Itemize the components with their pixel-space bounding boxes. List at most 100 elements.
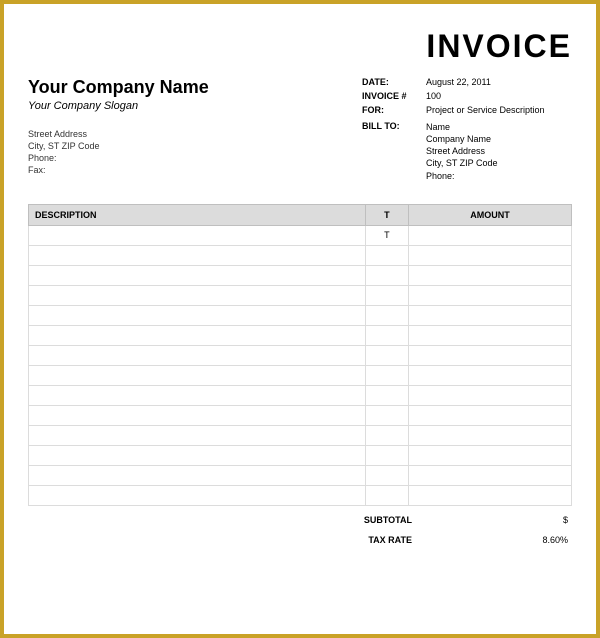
cell-description [29,325,366,345]
meta-block: DATE: August 22, 2011 INVOICE # 100 FOR:… [362,77,572,186]
company-phone-label: Phone: [28,152,362,164]
cell-description [29,465,366,485]
cell-t [365,305,408,325]
invoice-content: INVOICE Your Company Name Your Company S… [4,4,596,550]
cell-description [29,425,366,445]
footer-section: SUBTOTAL $ TAX RATE 8.60% [28,510,572,550]
cell-amount [409,385,572,405]
for-label: FOR: [362,105,426,115]
table-row [29,325,572,345]
cell-t [365,285,408,305]
cell-description [29,365,366,385]
cell-amount [409,225,572,245]
cell-t [365,385,408,405]
cell-description [29,385,366,405]
table-row [29,405,572,425]
cell-description [29,245,366,265]
company-block: Your Company Name Your Company Slogan St… [28,77,362,177]
th-description: DESCRIPTION [29,204,366,225]
cell-t [365,245,408,265]
billto-street: Street Address [426,145,572,157]
table-row [29,365,572,385]
cell-amount [409,285,572,305]
meta-date: DATE: August 22, 2011 [362,77,572,87]
header-section: Your Company Name Your Company Slogan St… [28,77,572,186]
for-value: Project or Service Description [426,105,572,115]
cell-amount [409,405,572,425]
cell-amount [409,325,572,345]
cell-t [365,365,408,385]
company-street: Street Address [28,128,362,140]
table-row [29,465,572,485]
table-row [29,485,572,505]
cell-description [29,445,366,465]
invoice-title: INVOICE [426,28,572,64]
company-name: Your Company Name [28,77,362,98]
footer-subtotal: SUBTOTAL $ [28,510,572,530]
meta-invoice-num: INVOICE # 100 [362,91,572,101]
cell-amount [409,265,572,285]
cell-description [29,405,366,425]
cell-amount [409,425,572,445]
invoice-num-label: INVOICE # [362,91,426,101]
cell-amount [409,365,572,385]
items-table-area: DESCRIPTION T AMOUNT T [28,204,572,506]
title-row: INVOICE [28,28,572,65]
th-t: T [365,204,408,225]
billto-name: Name [426,121,572,133]
cell-t [365,345,408,365]
billto-block: Name Company Name Street Address City, S… [426,121,572,182]
cell-description [29,285,366,305]
footer-taxrate: TAX RATE 8.60% [28,530,572,550]
date-value: August 22, 2011 [426,77,572,87]
cell-t [365,405,408,425]
cell-amount [409,305,572,325]
cell-t [365,445,408,465]
cell-t [365,425,408,445]
meta-billto: BILL TO: Name Company Name Street Addres… [362,121,572,182]
table-row [29,445,572,465]
billto-citystzip: City, ST ZIP Code [426,157,572,169]
cell-t [365,325,408,345]
cell-description [29,225,366,245]
cell-description [29,485,366,505]
table-row [29,285,572,305]
table-body: T [29,225,572,505]
billto-company: Company Name [426,133,572,145]
cell-description [29,265,366,285]
billto-label: BILL TO: [362,121,426,182]
cell-t [365,485,408,505]
table-row [29,245,572,265]
table-row [29,305,572,325]
cell-description [29,305,366,325]
company-slogan: Your Company Slogan [28,100,362,112]
taxrate-value: 8.60% [432,535,572,545]
cell-description [29,345,366,365]
company-citystzip: City, ST ZIP Code [28,140,362,152]
date-label: DATE: [362,77,426,87]
subtotal-value: $ [432,515,572,525]
company-fax-label: Fax: [28,164,362,176]
table-header-row: DESCRIPTION T AMOUNT [29,204,572,225]
cell-amount [409,465,572,485]
th-amount: AMOUNT [409,204,572,225]
items-table: DESCRIPTION T AMOUNT T [28,204,572,506]
invoice-num-value: 100 [426,91,572,101]
table-row [29,345,572,365]
cell-t [365,265,408,285]
billto-phone-label: Phone: [426,170,572,182]
cell-amount [409,485,572,505]
cell-t: T [365,225,408,245]
cell-t [365,465,408,485]
invoice-frame: INVOICE Your Company Name Your Company S… [0,0,600,638]
subtotal-label: SUBTOTAL [332,515,432,525]
table-row: T [29,225,572,245]
taxrate-label: TAX RATE [332,535,432,545]
table-row [29,385,572,405]
cell-amount [409,345,572,365]
table-row [29,265,572,285]
meta-for: FOR: Project or Service Description [362,105,572,115]
cell-amount [409,445,572,465]
cell-amount [409,245,572,265]
table-row [29,425,572,445]
